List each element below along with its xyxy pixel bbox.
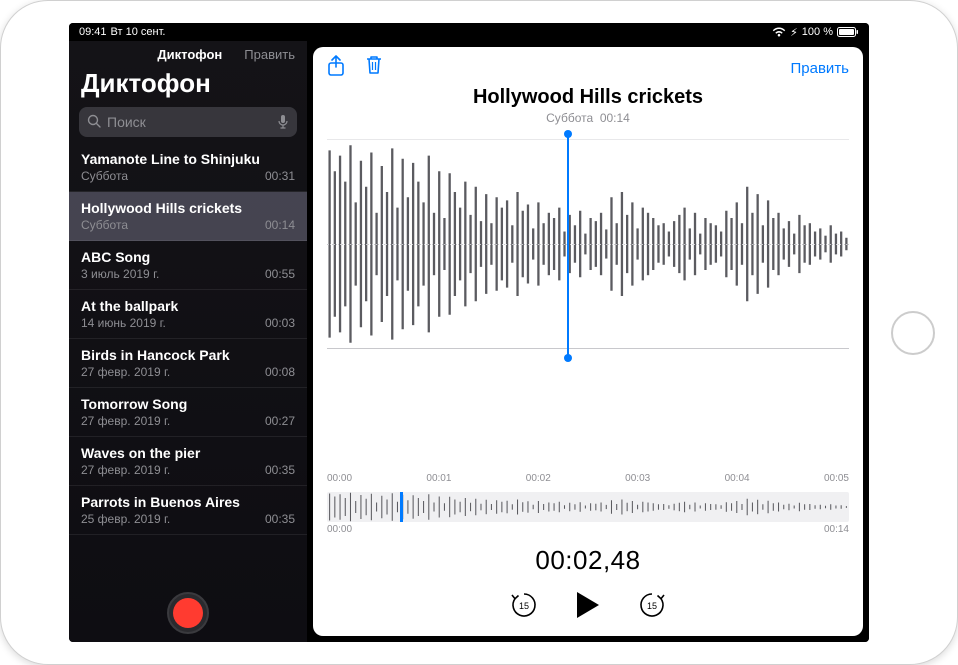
skip-forward-15-button[interactable]: 15 xyxy=(637,590,667,620)
sidebar-title: Диктофон xyxy=(69,66,307,107)
record-button[interactable] xyxy=(167,592,209,634)
recording-date: 27 февр. 2019 г. xyxy=(81,463,170,477)
trash-icon[interactable] xyxy=(365,55,383,82)
playhead[interactable] xyxy=(567,134,569,358)
status-battery-pct: 100 % xyxy=(802,26,833,38)
screen: 09:41 Вт 10 сент. ⚡︎ 100 % Диктофон Прав… xyxy=(69,23,869,642)
svg-text:15: 15 xyxy=(519,601,529,611)
recording-row[interactable]: Tomorrow Song 27 февр. 2019 г. 00:27 xyxy=(69,388,307,437)
recording-duration: 00:03 xyxy=(265,316,295,330)
recording-title: At the ballpark xyxy=(81,298,295,314)
tab-edit[interactable]: Править xyxy=(244,47,295,62)
detail-title: Hollywood Hills crickets xyxy=(313,86,863,109)
recording-row[interactable]: Parrots in Buenos Aires 25 февр. 2019 г.… xyxy=(69,486,307,535)
recording-date: 14 июнь 2019 г. xyxy=(81,316,166,330)
dictation-icon[interactable] xyxy=(277,114,289,135)
home-button[interactable] xyxy=(891,311,935,355)
recording-title: Yamanote Line to Shinjuku xyxy=(81,151,295,167)
recording-title: Waves on the pier xyxy=(81,445,295,461)
recording-title: Birds in Hancock Park xyxy=(81,347,295,363)
status-time: 09:41 xyxy=(79,26,107,38)
svg-text:15: 15 xyxy=(647,601,657,611)
recording-duration: 00:55 xyxy=(265,267,295,281)
current-time: 00:02,48 xyxy=(313,545,863,576)
detail-panel: Править Hollywood Hills crickets Суббота… xyxy=(307,41,869,642)
recording-date: 27 февр. 2019 г. xyxy=(81,365,170,379)
record-button-inner xyxy=(173,598,203,628)
recording-row[interactable]: Hollywood Hills crickets Суббота 00:14 xyxy=(69,192,307,241)
tab-dictaphone[interactable]: Диктофон xyxy=(157,47,222,62)
play-button[interactable] xyxy=(575,590,601,620)
overview-start-time: 00:00 xyxy=(327,524,352,535)
recording-title: Parrots in Buenos Aires xyxy=(81,494,295,510)
recording-date: 3 июль 2019 г. xyxy=(81,267,159,281)
overview-playhead[interactable] xyxy=(400,492,403,522)
sidebar: Диктофон Править Диктофон Yamanote Line … xyxy=(69,41,307,642)
recording-row[interactable]: Yamanote Line to Shinjuku Суббота 00:31 xyxy=(69,143,307,192)
overview-end-time: 00:14 xyxy=(824,524,849,535)
time-ruler: 00:0000:0100:0200:0300:0400:05 xyxy=(327,473,849,484)
recording-title: Tomorrow Song xyxy=(81,396,295,412)
recording-row[interactable]: Waves on the pier 27 февр. 2019 г. 00:35 xyxy=(69,437,307,486)
waveform-main[interactable] xyxy=(327,139,849,349)
recording-row[interactable]: Birds in Hancock Park 27 февр. 2019 г. 0… xyxy=(69,339,307,388)
battery-icon xyxy=(837,27,859,37)
recording-row[interactable]: At the ballpark 14 июнь 2019 г. 00:03 xyxy=(69,290,307,339)
status-bar: 09:41 Вт 10 сент. ⚡︎ 100 % xyxy=(69,23,869,41)
recordings-list: Yamanote Line to Shinjuku Суббота 00:31H… xyxy=(69,143,307,642)
ipad-frame: 09:41 Вт 10 сент. ⚡︎ 100 % Диктофон Прав… xyxy=(0,0,958,665)
recording-date: 25 февр. 2019 г. xyxy=(81,512,170,526)
detail-edit-button[interactable]: Править xyxy=(791,60,850,77)
search-input[interactable] xyxy=(79,107,297,137)
recording-date: Суббота xyxy=(81,169,128,183)
recording-duration: 00:27 xyxy=(265,414,295,428)
recording-date: Суббота xyxy=(81,218,128,232)
recording-row[interactable]: ABC Song 3 июль 2019 г. 00:55 xyxy=(69,241,307,290)
recording-title: ABC Song xyxy=(81,249,295,265)
status-charging-icon: ⚡︎ xyxy=(790,26,798,39)
recording-duration: 00:14 xyxy=(265,218,295,232)
waveform-overview[interactable] xyxy=(327,492,849,522)
recording-title: Hollywood Hills crickets xyxy=(81,200,295,216)
status-date: Вт 10 сент. xyxy=(111,26,166,38)
recording-duration: 00:31 xyxy=(265,169,295,183)
recording-duration: 00:08 xyxy=(265,365,295,379)
skip-back-15-button[interactable]: 15 xyxy=(509,590,539,620)
recording-duration: 00:35 xyxy=(265,512,295,526)
recording-date: 27 февр. 2019 г. xyxy=(81,414,170,428)
recording-duration: 00:35 xyxy=(265,463,295,477)
share-icon[interactable] xyxy=(327,55,345,82)
detail-subtitle: Суббота 00:14 xyxy=(313,111,863,125)
search-icon xyxy=(87,114,102,134)
wifi-icon xyxy=(772,27,786,37)
